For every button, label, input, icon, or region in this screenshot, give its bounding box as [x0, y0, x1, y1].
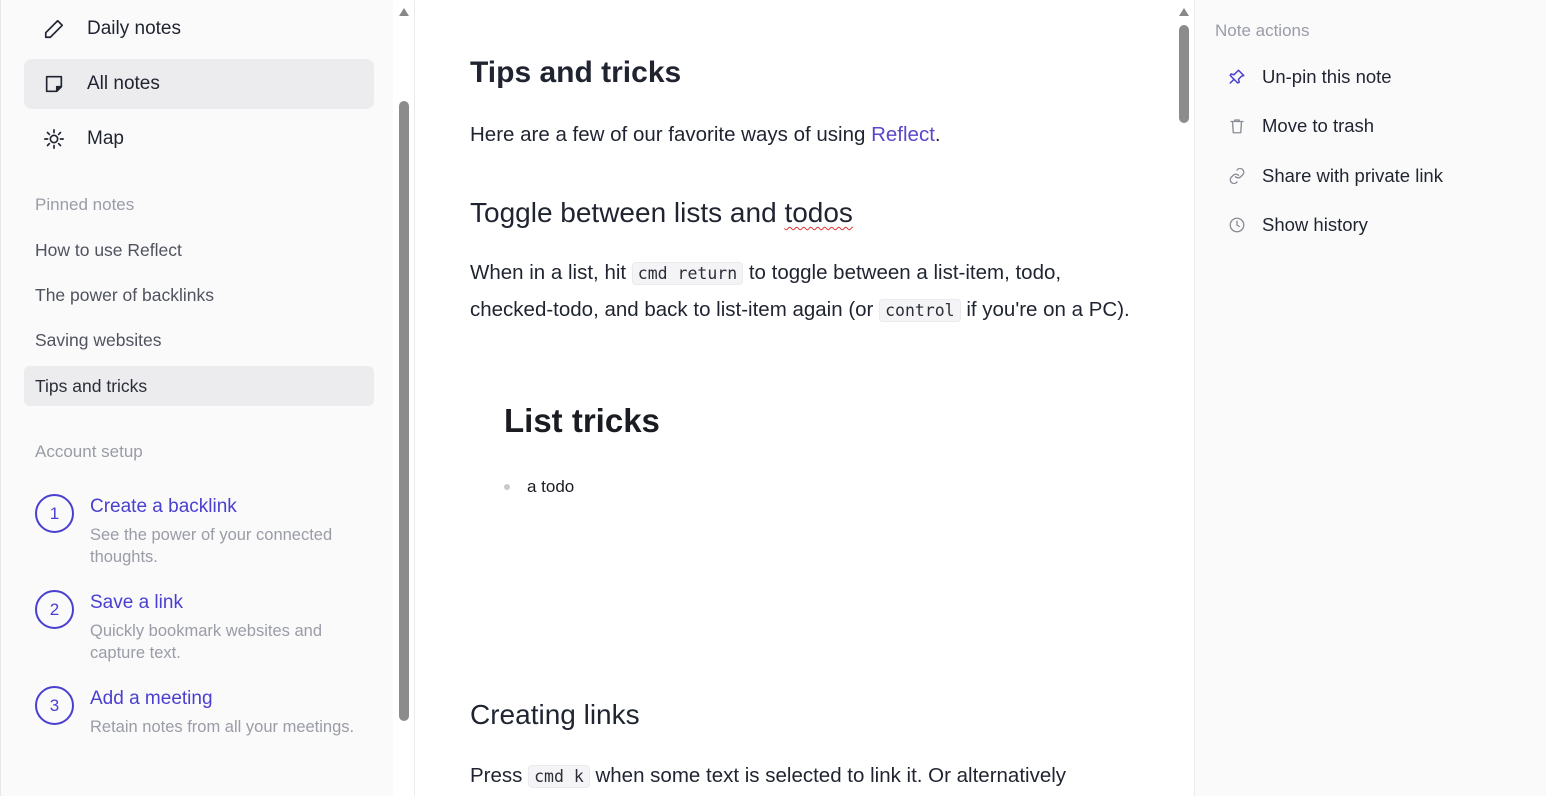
setup-step-create-backlink[interactable]: 1 Create a backlink See the power of you…	[35, 494, 375, 568]
nav-daily-notes[interactable]: Daily notes	[24, 4, 374, 54]
unpin-note-button[interactable]: Un-pin this note	[1227, 66, 1392, 88]
pinned-item-tips-and-tricks[interactable]: Tips and tricks	[24, 366, 374, 406]
nav-label: Map	[87, 128, 124, 149]
note-actions-panel: Note actions Un-pin this note Move to tr…	[1195, 0, 1546, 796]
list-item[interactable]: a todo	[504, 477, 574, 497]
reflect-link[interactable]: Reflect	[871, 123, 935, 146]
sidebar-scrollbar[interactable]	[394, 0, 414, 796]
pin-icon	[1227, 67, 1247, 87]
setup-step-save-link[interactable]: 2 Save a link Quickly bookmark websites …	[35, 590, 375, 664]
step-number: 2	[35, 590, 74, 629]
inline-code: cmd return	[631, 262, 744, 285]
toggle-paragraph[interactable]: When in a list, hit cmd return to toggle…	[470, 255, 1130, 329]
nav-all-notes[interactable]: All notes	[24, 59, 374, 109]
account-setup-heading: Account setup	[35, 442, 143, 461]
section-heading-toggle[interactable]: Toggle between lists and todos	[470, 197, 853, 229]
step-number: 1	[35, 494, 74, 533]
pinned-item-how-to-use-reflect[interactable]: How to use Reflect	[24, 230, 374, 270]
paragraph-text: if you're on a PC).	[960, 298, 1130, 321]
left-sidebar: Daily notes All notes Map Pinned notes H…	[0, 0, 393, 796]
heading-text: Toggle between lists and	[470, 197, 785, 228]
links-paragraph[interactable]: Press cmd k when some text is selected t…	[470, 758, 1170, 795]
sidebar-scrollbar-thumb[interactable]	[399, 101, 409, 721]
action-label: Share with private link	[1262, 165, 1443, 186]
step-title[interactable]: Create a backlink	[90, 495, 360, 519]
step-title[interactable]: Save a link	[90, 591, 360, 615]
nav-label: Daily notes	[87, 18, 181, 39]
scroll-up-arrow-icon[interactable]	[1179, 8, 1189, 16]
paragraph-text: Press	[470, 764, 529, 787]
bullet-icon	[504, 484, 510, 490]
scroll-up-arrow-icon[interactable]	[399, 8, 409, 16]
paragraph-text: When in a list, hit	[470, 261, 632, 284]
step-description: Quickly bookmark websites and capture te…	[90, 622, 323, 662]
inline-code: control	[879, 299, 961, 322]
pencil-icon	[42, 17, 66, 41]
move-to-trash-button[interactable]: Move to trash	[1227, 115, 1374, 137]
spellcheck-word[interactable]: todos	[784, 197, 853, 228]
intro-period: .	[934, 123, 941, 146]
show-history-button[interactable]: Show history	[1227, 214, 1368, 236]
section-heading-creating-links[interactable]: Creating links	[470, 699, 640, 731]
editor-scrollbar-thumb[interactable]	[1179, 25, 1189, 123]
action-label: Show history	[1262, 214, 1368, 235]
step-number: 3	[35, 686, 74, 725]
sun-icon	[42, 127, 66, 151]
list-item-text: a todo	[527, 477, 575, 496]
nav-label: All notes	[87, 73, 160, 94]
step-title[interactable]: Add a meeting	[90, 687, 360, 711]
inline-code: cmd k	[528, 765, 590, 788]
pinned-item-saving-websites[interactable]: Saving websites	[24, 320, 374, 360]
pinned-item-power-of-backlinks[interactable]: The power of backlinks	[24, 275, 374, 315]
step-description: Retain notes from all your meetings.	[90, 718, 355, 736]
note-editor[interactable]: Tips and tricks Here are a few of our fa…	[415, 0, 1177, 796]
nav-map[interactable]: Map	[24, 114, 374, 164]
action-label: Un-pin this note	[1262, 66, 1392, 87]
editor-scrollbar[interactable]	[1176, 0, 1194, 796]
clock-icon	[1227, 215, 1247, 235]
trash-icon	[1227, 116, 1247, 136]
link-icon	[1227, 166, 1247, 186]
note-title[interactable]: Tips and tricks	[470, 56, 681, 90]
action-label: Move to trash	[1262, 115, 1375, 136]
list-tricks-heading[interactable]: List tricks	[504, 402, 660, 440]
setup-step-add-meeting[interactable]: 3 Add a meeting Retain notes from all yo…	[35, 686, 375, 738]
note-actions-heading: Note actions	[1215, 21, 1310, 40]
share-private-link-button[interactable]: Share with private link	[1227, 165, 1443, 187]
step-description: See the power of your connected thoughts…	[90, 526, 333, 566]
pinned-notes-heading: Pinned notes	[35, 195, 135, 214]
intro-text: Here are a few of our favorite ways of u…	[470, 123, 872, 146]
note-icon	[42, 72, 66, 96]
intro-paragraph[interactable]: Here are a few of our favorite ways of u…	[470, 117, 1130, 153]
paragraph-text: when some text is selected to link it. O…	[589, 764, 1067, 787]
